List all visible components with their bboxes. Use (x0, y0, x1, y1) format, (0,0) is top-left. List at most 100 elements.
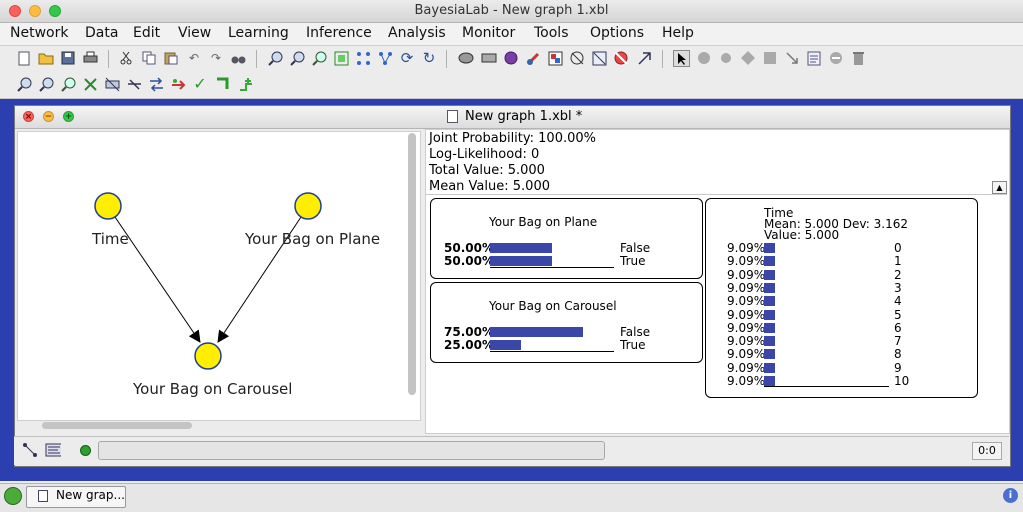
trash-icon[interactable] (850, 50, 866, 66)
progress-bar (98, 441, 605, 460)
link-tool-icon[interactable] (22, 442, 38, 458)
menu-learning[interactable]: Learning (228, 25, 289, 41)
monitor-baseline (490, 267, 614, 268)
joint-probability: Joint Probability: 100.00% (429, 131, 596, 146)
graph-vertical-scrollbar[interactable] (408, 133, 416, 395)
add-node-icon[interactable] (237, 76, 253, 92)
note-icon[interactable] (806, 50, 822, 66)
corner-icon[interactable] (214, 76, 230, 92)
zoom-out-icon[interactable] (289, 50, 305, 66)
monitor-baseline (764, 386, 889, 387)
probability: 9.09% (727, 360, 766, 375)
cut-icon[interactable] (118, 50, 134, 66)
print-icon[interactable] (82, 50, 98, 66)
filter-icon[interactable] (104, 76, 120, 92)
node-circle-icon[interactable] (696, 50, 712, 66)
refresh-icon[interactable]: ⟳ (399, 50, 415, 66)
reload-icon[interactable]: ↻ (421, 50, 437, 66)
menu-edit[interactable]: Edit (133, 25, 160, 41)
start-icon[interactable] (4, 487, 22, 505)
taskbar (0, 483, 1023, 512)
block-icon[interactable] (613, 50, 629, 66)
coordinate-readout: 0:0 (972, 442, 1002, 460)
collapse-button[interactable]: ▲ (992, 181, 1007, 194)
probability-bar (490, 327, 583, 337)
node-utility-icon[interactable] (718, 50, 734, 66)
flip-icon[interactable] (148, 76, 164, 92)
monitor-baseline (490, 351, 614, 352)
node-label-plane[interactable]: Your Bag on Plane (245, 230, 380, 248)
probability: 75.00% (444, 325, 494, 339)
minus-node-icon[interactable] (828, 50, 844, 66)
paste-icon[interactable] (163, 50, 179, 66)
graph-window-close-button[interactable]: × (23, 111, 34, 122)
menu-network[interactable]: Network (10, 25, 68, 41)
network-icon[interactable] (458, 50, 474, 66)
zoom-fit-icon[interactable] (311, 50, 327, 66)
probability-bar (764, 243, 775, 253)
probability: 25.00% (444, 338, 494, 352)
new-icon[interactable] (16, 50, 32, 66)
probability-bar (490, 340, 521, 350)
layout-icon[interactable] (333, 50, 349, 66)
menu-options[interactable]: Options (590, 25, 644, 41)
app-title-bar: BayesiaLab - New graph 1.xbl (0, 0, 1023, 23)
state-label: 2 (894, 267, 902, 282)
edit-node-icon[interactable] (525, 50, 541, 66)
text-tool-icon[interactable] (45, 442, 61, 458)
mean-value: Mean Value: 5.000 (429, 179, 550, 194)
zoom-in-icon[interactable] (267, 50, 283, 66)
link-arrow-icon[interactable] (784, 50, 800, 66)
no-link-icon[interactable] (569, 50, 585, 66)
graph-window-minimize-button[interactable]: − (43, 111, 54, 122)
globe-icon[interactable] (503, 50, 519, 66)
image-icon[interactable] (591, 50, 607, 66)
graph-horizontal-scrollbar[interactable] (42, 422, 192, 429)
probability-bar (764, 336, 775, 347)
menu-tools[interactable]: Tools (534, 25, 569, 41)
info-icon[interactable]: i (1003, 488, 1018, 503)
zoom-fit-icon[interactable] (60, 76, 76, 92)
save-icon[interactable] (60, 50, 76, 66)
hide-icon[interactable] (82, 76, 98, 92)
palette-icon[interactable] (547, 50, 563, 66)
state-label: 1 (894, 254, 902, 269)
menu-bar: Network Data Edit View Learning Inferenc… (0, 23, 1023, 46)
arrow-select-icon[interactable] (636, 50, 652, 66)
copy-icon[interactable] (141, 50, 157, 66)
state-label: 10 (894, 374, 910, 388)
zoom-in-icon[interactable] (16, 76, 32, 92)
state-label: 8 (894, 347, 902, 362)
arrow-right-icon[interactable] (170, 76, 186, 92)
undo-icon[interactable]: ↶ (186, 50, 202, 66)
node-square-icon[interactable] (762, 50, 778, 66)
taskbar-window-label[interactable]: New grap... (56, 488, 125, 502)
probability: 9.09% (727, 307, 766, 322)
graph-window-maximize-button[interactable]: + (63, 111, 74, 122)
document-icon (447, 110, 458, 123)
state-label: False (620, 325, 651, 339)
menu-analysis[interactable]: Analysis (388, 25, 446, 41)
node-decision-icon[interactable] (740, 50, 756, 66)
menu-inference[interactable]: Inference (306, 25, 372, 41)
node-label-time[interactable]: Time (92, 230, 129, 248)
probability-bar (764, 269, 775, 280)
align-icon[interactable] (355, 50, 371, 66)
db-icon[interactable] (481, 50, 497, 66)
menu-monitor[interactable]: Monitor (462, 25, 515, 41)
unlink-icon[interactable] (126, 76, 142, 92)
zoom-out-icon[interactable] (38, 76, 54, 92)
pointer-icon[interactable] (673, 50, 690, 67)
node-label-carousel[interactable]: Your Bag on Carousel (133, 380, 292, 398)
redo-icon[interactable]: ↷ (208, 50, 224, 66)
menu-data[interactable]: Data (85, 25, 118, 41)
node-time (94, 192, 122, 220)
probability-bar (764, 296, 775, 307)
menu-help[interactable]: Help (662, 25, 694, 41)
open-icon[interactable] (38, 50, 54, 66)
align-vertical-icon[interactable] (377, 50, 393, 66)
check-icon[interactable]: ✓ (192, 76, 208, 92)
probability-bar (764, 309, 775, 320)
menu-view[interactable]: View (178, 25, 211, 41)
find-icon[interactable] (230, 50, 246, 66)
